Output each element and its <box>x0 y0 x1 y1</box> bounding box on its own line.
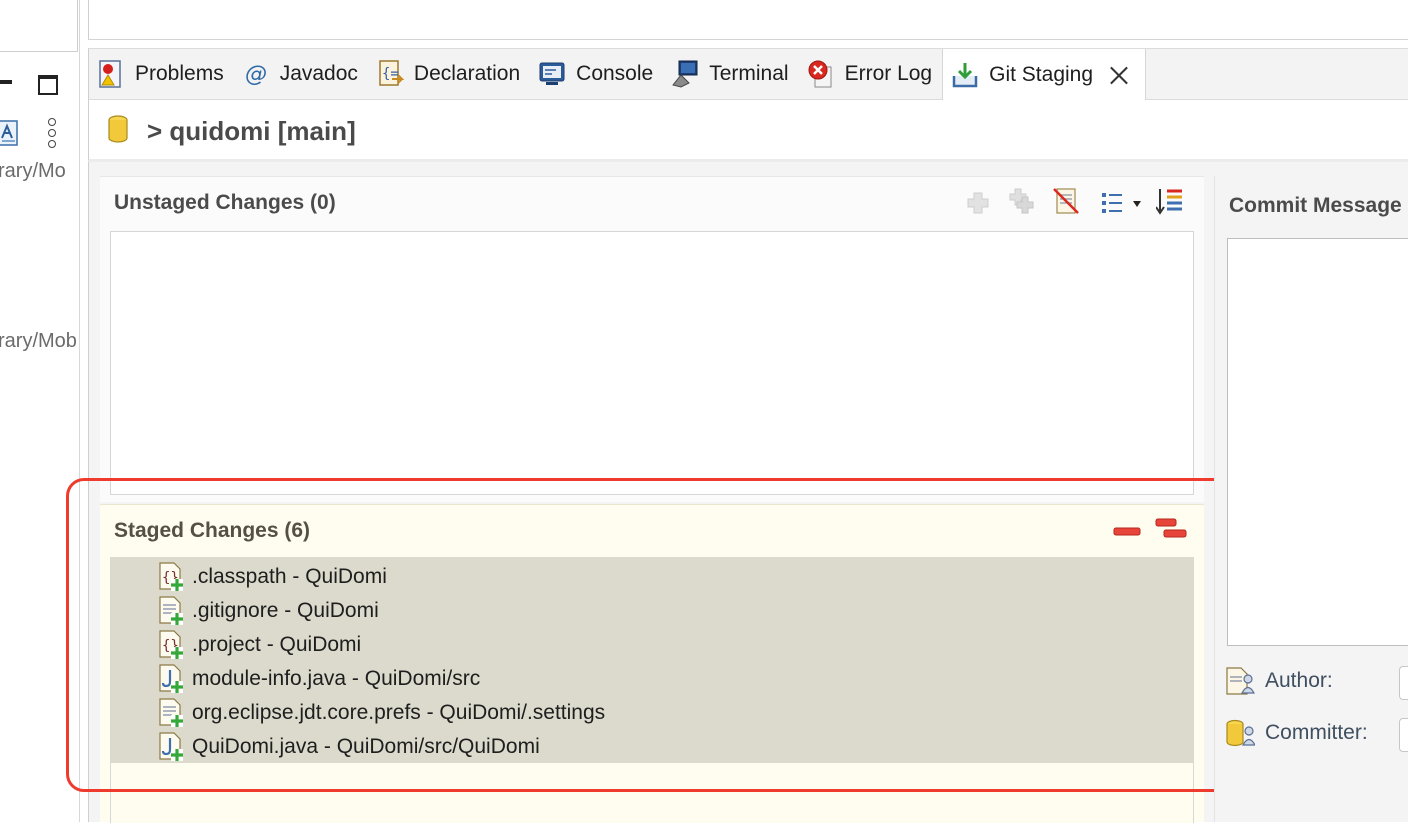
tab-terminal[interactable]: Terminal <box>663 49 798 99</box>
author-label: Author: <box>1265 669 1333 692</box>
tab-label: Console <box>576 62 654 85</box>
editor-area <box>88 0 1408 40</box>
staged-list-empty-area <box>110 763 1194 823</box>
author-row: Author: <box>1225 666 1333 696</box>
staged-changes-section: Staged Changes (6) {} .classpath - QuiDo… <box>100 504 1204 823</box>
repository-title: > quidomi [main] <box>147 116 356 146</box>
tab-error-log[interactable]: Error Log <box>799 49 943 99</box>
close-icon[interactable] <box>1109 65 1129 85</box>
commit-message-input[interactable] <box>1227 238 1408 646</box>
java-file-added-icon <box>159 664 183 693</box>
remove-from-index-icon[interactable] <box>1112 517 1142 545</box>
staged-files-list[interactable]: {} .classpath - QuiDomi .gitignore - Qui… <box>110 557 1194 763</box>
repository-header: > quidomi [main] <box>88 100 1408 162</box>
ignore-file-icon[interactable] <box>1052 187 1080 215</box>
add-to-index-icon[interactable] <box>964 189 992 217</box>
text-file-added-icon <box>159 596 183 625</box>
file-label: module-info.java - QuiDomi/src <box>192 667 481 690</box>
commit-message-title: Commit Message <box>1229 194 1402 217</box>
committer-row: Committer: <box>1225 718 1368 748</box>
tab-console[interactable]: Console <box>530 49 663 99</box>
list-item[interactable]: QuiDomi.java - QuiDomi/src/QuiDomi <box>158 730 540 764</box>
problems-icon <box>99 60 121 88</box>
tab-label: Problems <box>135 62 224 85</box>
unstaged-changes-title: Unstaged Changes (0) <box>114 191 336 214</box>
tab-label: Javadoc <box>279 62 358 85</box>
list-item[interactable]: org.eclipse.jdt.core.prefs - QuiDomi/.se… <box>158 696 605 730</box>
presentation-menu-icon[interactable] <box>1100 189 1144 217</box>
tab-label: Terminal <box>709 62 789 85</box>
tab-javadoc[interactable]: @ Javadoc <box>234 49 368 99</box>
repository-icon <box>108 115 128 143</box>
text-file-added-icon <box>159 698 183 727</box>
list-item[interactable]: .gitignore - QuiDomi <box>158 594 379 628</box>
view-menu-icon[interactable] <box>46 118 58 148</box>
view-tab-bar: Problems @ Javadoc {= Declaration Consol… <box>88 48 1408 100</box>
committer-field[interactable] <box>1399 718 1408 752</box>
document-icon[interactable] <box>0 120 20 146</box>
author-field[interactable] <box>1399 666 1408 700</box>
file-label: .gitignore - QuiDomi <box>192 599 379 622</box>
tab-label: Error Log <box>844 62 933 85</box>
left-top-pane <box>0 0 78 52</box>
committer-icon <box>1226 719 1255 747</box>
file-label: org.eclipse.jdt.core.prefs - QuiDomi/.se… <box>192 701 606 724</box>
left-view-sliver: rary/Mo rary/Mob <box>0 0 80 822</box>
add-all-to-index-icon[interactable] <box>1008 187 1036 215</box>
tab-label: Declaration <box>413 62 521 85</box>
file-label: QuiDomi.java - QuiDomi/src/QuiDomi <box>192 735 540 758</box>
tab-declaration[interactable]: {= Declaration <box>368 49 530 99</box>
console-icon <box>539 62 565 85</box>
list-item[interactable]: {} .classpath - QuiDomi <box>158 560 387 594</box>
at-sign-icon: @ <box>245 62 267 87</box>
tab-label: Git Staging <box>989 62 1094 86</box>
tab-git-staging[interactable]: Git Staging <box>942 49 1147 100</box>
declaration-icon: {= <box>379 60 404 86</box>
error-log-icon <box>808 60 832 88</box>
commit-message-panel: Commit Message Author: Committer: <box>1214 176 1408 822</box>
tab-problems[interactable]: Problems <box>89 49 234 99</box>
file-label: .classpath - QuiDomi <box>192 565 387 588</box>
minimize-icon[interactable] <box>0 80 12 84</box>
git-staging-icon <box>952 62 978 87</box>
list-item[interactable]: {} .project - QuiDomi <box>158 628 361 662</box>
path-fragment: rary/Mo <box>0 160 66 182</box>
remove-all-from-index-icon[interactable] <box>1154 515 1188 543</box>
sort-icon[interactable] <box>1156 187 1184 215</box>
author-icon <box>1226 667 1255 695</box>
unstaged-files-list[interactable] <box>110 231 1194 495</box>
committer-label: Committer: <box>1265 721 1368 744</box>
svg-text:@: @ <box>245 62 267 87</box>
maximize-icon[interactable] <box>38 75 58 95</box>
staged-changes-title: Staged Changes (6) <box>114 519 311 542</box>
xml-file-added-icon: {} <box>159 562 183 591</box>
xml-file-added-icon: {} <box>159 630 183 659</box>
java-file-added-icon <box>159 732 183 761</box>
terminal-icon <box>672 60 698 88</box>
list-item[interactable]: module-info.java - QuiDomi/src <box>158 662 480 696</box>
path-fragment: rary/Mob <box>0 330 77 352</box>
unstaged-changes-section: Unstaged Changes (0) <box>100 176 1204 502</box>
file-label: .project - QuiDomi <box>192 633 362 656</box>
